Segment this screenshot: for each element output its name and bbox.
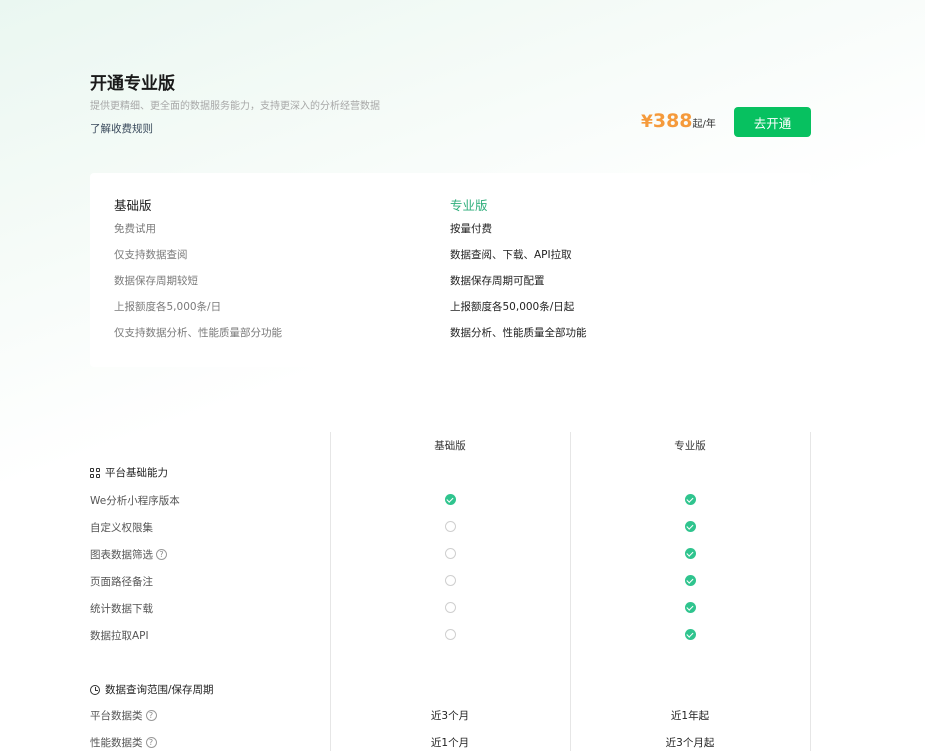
basic-plan-item: 仅支持数据分析、性能质量部分功能 bbox=[114, 327, 282, 339]
empty-circle-icon bbox=[444, 601, 456, 613]
feature-name: 性能数据类? bbox=[90, 735, 157, 750]
table-row: 统计数据下载 bbox=[90, 601, 811, 628]
plan-summary-card: 基础版 免费试用 仅支持数据查阅 数据保存周期较短 上报额度各5,000条/日 … bbox=[90, 173, 811, 367]
feature-cell-pro: 近3个月起 bbox=[665, 737, 715, 749]
price-unit: 起/年 bbox=[692, 119, 716, 130]
help-icon[interactable]: ? bbox=[145, 710, 157, 721]
empty-circle-icon bbox=[444, 520, 456, 532]
check-icon bbox=[684, 628, 696, 640]
feature-name: 数据拉取API bbox=[90, 628, 149, 643]
feature-label: 数据拉取API bbox=[90, 630, 149, 642]
check-icon bbox=[684, 574, 696, 586]
feature-name: 页面路径备注 bbox=[90, 574, 153, 589]
basic-plan-item: 免费试用 bbox=[114, 223, 156, 235]
feature-name: 图表数据筛选? bbox=[90, 547, 167, 562]
page-description: 提供更精细、更全面的数据服务能力，支持更深入的分析经营数据 bbox=[90, 101, 380, 112]
feature-cell-pro bbox=[570, 574, 810, 586]
feature-cell-pro bbox=[570, 601, 810, 613]
check-icon bbox=[684, 601, 696, 613]
feature-label: We分析小程序版本 bbox=[90, 495, 180, 507]
feature-cell-pro bbox=[570, 628, 810, 640]
grid-icon bbox=[90, 467, 100, 478]
pro-plan-item: 按量付费 bbox=[450, 223, 492, 235]
feature-cell-pro bbox=[570, 547, 810, 559]
feature-name: We分析小程序版本 bbox=[90, 493, 180, 508]
help-icon[interactable]: ? bbox=[145, 737, 157, 748]
page-title: 开通专业版 bbox=[90, 74, 175, 94]
feature-name: 平台数据类? bbox=[90, 708, 157, 723]
column-header-pro: 专业版 bbox=[674, 440, 706, 452]
basic-plan-summary: 基础版 免费试用 仅支持数据查阅 数据保存周期较短 上报额度各5,000条/日 … bbox=[114, 195, 282, 351]
section-title-platform: 平台基础能力 bbox=[90, 465, 168, 480]
basic-plan-item: 数据保存周期较短 bbox=[114, 275, 198, 287]
feature-label: 统计数据下载 bbox=[90, 603, 153, 615]
table-row: We分析小程序版本 bbox=[90, 493, 811, 520]
pro-plan-summary: 专业版 按量付费 数据查阅、下载、API拉取 数据保存周期可配置 上报额度各50… bbox=[450, 195, 587, 351]
pro-plan-item: 上报额度各50,000条/日起 bbox=[450, 301, 575, 313]
feature-cell-pro bbox=[570, 493, 810, 505]
feature-label: 平台数据类 bbox=[90, 710, 143, 722]
table-row: 图表数据筛选? bbox=[90, 547, 811, 574]
feature-cell-pro bbox=[570, 520, 810, 532]
table-row: 页面路径备注 bbox=[90, 574, 811, 601]
check-icon bbox=[684, 520, 696, 532]
feature-label: 图表数据筛选 bbox=[90, 549, 153, 561]
pricing-rules-link[interactable]: 了解收费规则 bbox=[90, 121, 153, 136]
feature-cell-basic: 近1个月 bbox=[430, 737, 470, 749]
clock-icon bbox=[90, 684, 100, 695]
price-currency: ¥ bbox=[641, 112, 653, 132]
table-row: 自定义权限集 bbox=[90, 520, 811, 547]
column-header-basic: 基础版 bbox=[434, 440, 466, 452]
price-value: 388 bbox=[652, 110, 693, 132]
feature-cell-basic bbox=[330, 574, 570, 586]
feature-name: 自定义权限集 bbox=[90, 520, 153, 535]
feature-cell-basic: 近3个月 bbox=[430, 710, 470, 722]
basic-plan-title: 基础版 bbox=[114, 198, 152, 213]
feature-cell-basic bbox=[330, 493, 570, 505]
feature-cell-basic bbox=[330, 601, 570, 613]
empty-circle-icon bbox=[444, 574, 456, 586]
price: ¥388起/年 bbox=[641, 110, 716, 132]
empty-circle-icon bbox=[444, 547, 456, 559]
feature-cell-basic bbox=[330, 547, 570, 559]
basic-plan-item: 上报额度各5,000条/日 bbox=[114, 301, 222, 313]
table-row: 平台数据类? 近3个月 近1年起 bbox=[90, 708, 811, 735]
feature-label: 自定义权限集 bbox=[90, 522, 153, 534]
check-icon bbox=[684, 493, 696, 505]
feature-cell-basic bbox=[330, 520, 570, 532]
pro-plan-item: 数据保存周期可配置 bbox=[450, 275, 545, 287]
section-title-label: 平台基础能力 bbox=[105, 467, 168, 479]
activate-button[interactable]: 去开通 bbox=[734, 107, 811, 137]
feature-label: 性能数据类 bbox=[90, 737, 143, 749]
table-row: 性能数据类? 近1个月 近3个月起 bbox=[90, 735, 811, 751]
pro-plan-title: 专业版 bbox=[450, 198, 488, 213]
basic-plan-item: 仅支持数据查阅 bbox=[114, 249, 188, 261]
section-title-retention: 数据查询范围/保存周期 bbox=[90, 682, 214, 697]
empty-circle-icon bbox=[444, 628, 456, 640]
feature-label: 页面路径备注 bbox=[90, 576, 153, 588]
feature-cell-pro: 近1年起 bbox=[670, 710, 710, 722]
check-icon bbox=[444, 493, 456, 505]
feature-cell-basic bbox=[330, 628, 570, 640]
pro-plan-item: 数据查阅、下载、API拉取 bbox=[450, 249, 572, 261]
pro-plan-item: 数据分析、性能质量全部功能 bbox=[450, 327, 587, 339]
help-icon[interactable]: ? bbox=[156, 549, 167, 560]
section-title-label: 数据查询范围/保存周期 bbox=[105, 684, 214, 696]
table-row: 数据拉取API bbox=[90, 628, 811, 655]
check-icon bbox=[684, 547, 696, 559]
feature-name: 统计数据下载 bbox=[90, 601, 153, 616]
